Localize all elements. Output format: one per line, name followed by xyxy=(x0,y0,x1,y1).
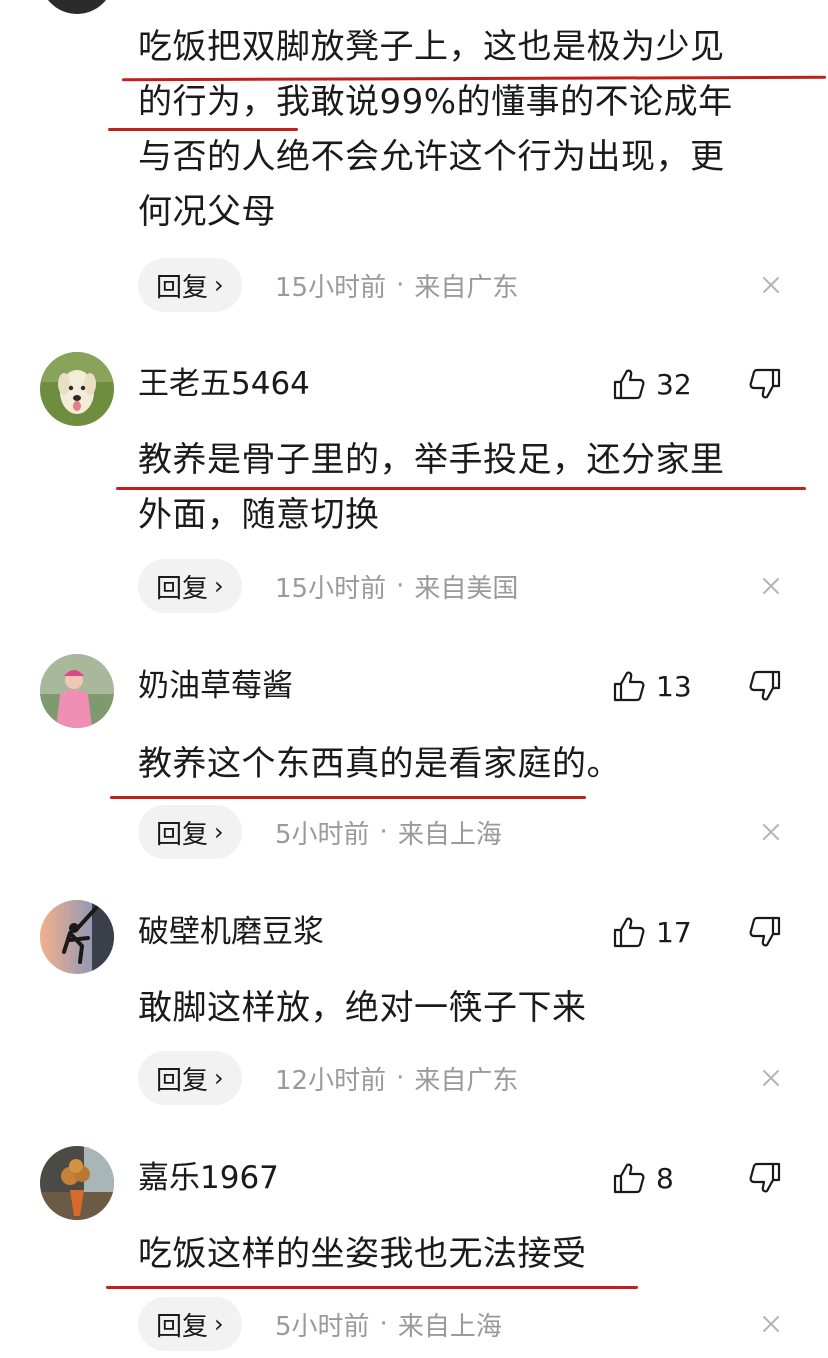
red-underline xyxy=(108,128,298,131)
comment-line: 敢脚这样放，绝对一筷子下来 xyxy=(138,988,587,1028)
username[interactable]: 嘉乐1967 xyxy=(138,1158,279,1198)
comment-meta: 15小时前 · 来自美国 xyxy=(275,559,518,613)
close-icon[interactable] xyxy=(760,1051,782,1105)
like-count: 8 xyxy=(656,1161,674,1195)
chevron-right-icon: › xyxy=(214,818,224,846)
reply-button[interactable]: 回复 › xyxy=(138,805,242,859)
red-underline xyxy=(116,487,806,490)
comment-location: 来自美国 xyxy=(414,573,519,604)
close-icon[interactable] xyxy=(760,258,782,312)
comment-time: 12小时前 xyxy=(275,1065,387,1096)
thumbs-up-icon xyxy=(613,917,645,948)
comment-location: 来自广东 xyxy=(414,272,519,303)
username[interactable]: 王老五5464 xyxy=(138,364,310,404)
like-count: 32 xyxy=(656,367,692,401)
comment-text: 敢脚这样放，绝对一筷子下来 xyxy=(138,981,788,1036)
comment-time: 15小时前 xyxy=(275,272,387,303)
dislike-button[interactable] xyxy=(748,364,782,404)
comment-line: 何况父母 xyxy=(138,192,276,232)
reply-button[interactable]: 回复 › xyxy=(138,1051,242,1105)
like-button[interactable]: 8 xyxy=(612,1158,674,1198)
comment-meta: 5小时前 · 来自上海 xyxy=(275,1297,502,1351)
red-underline xyxy=(110,796,586,799)
like-button[interactable]: 17 xyxy=(612,912,692,952)
close-icon[interactable] xyxy=(760,1297,782,1351)
reply-label: 回复 xyxy=(156,1065,209,1096)
thumbs-up-icon xyxy=(613,671,645,702)
like-count: 13 xyxy=(656,669,692,703)
comment-meta: 5小时前 · 来自上海 xyxy=(275,805,502,859)
comment-line: 的行为，我敢说99%的懂事的不论成年 xyxy=(138,82,733,122)
meta-separator: · xyxy=(396,270,405,300)
reply-button[interactable]: 回复 › xyxy=(138,559,242,613)
thumbs-down-icon xyxy=(749,670,781,701)
avatar[interactable] xyxy=(40,654,114,728)
thumbs-down-icon xyxy=(749,368,781,399)
reply-button[interactable]: 回复 › xyxy=(138,1297,242,1351)
comment-text: 吃饭这样的坐姿我也无法接受 xyxy=(138,1227,788,1282)
reply-button[interactable]: 回复 › xyxy=(138,258,242,312)
close-icon[interactable] xyxy=(760,805,782,859)
meta-separator: · xyxy=(379,1309,388,1339)
comment-line: 教养是骨子里的，举手投足，还分家里 xyxy=(138,440,725,480)
chevron-right-icon: › xyxy=(214,1310,224,1338)
avatar[interactable] xyxy=(40,0,114,14)
comment-line: 吃饭把双脚放凳子上，这也是极为少见 xyxy=(138,27,725,67)
chevron-right-icon: › xyxy=(214,271,224,299)
comment-time: 5小时前 xyxy=(275,1311,370,1342)
like-button[interactable]: 32 xyxy=(612,364,692,404)
reply-label: 回复 xyxy=(156,819,209,850)
reply-label: 回复 xyxy=(156,1311,209,1342)
username[interactable]: 破壁机磨豆浆 xyxy=(138,912,324,952)
comment-meta: 12小时前 · 来自广东 xyxy=(275,1051,518,1105)
thumbs-down-icon xyxy=(749,1162,781,1193)
meta-separator: · xyxy=(379,817,388,847)
avatar[interactable] xyxy=(40,900,114,974)
like-button[interactable]: 13 xyxy=(612,666,692,706)
avatar[interactable] xyxy=(40,1146,114,1220)
comment-location: 来自上海 xyxy=(397,1311,502,1342)
thumbs-down-icon xyxy=(749,916,781,947)
meta-separator: · xyxy=(396,571,405,601)
avatar[interactable] xyxy=(40,352,114,426)
dislike-button[interactable] xyxy=(748,1158,782,1198)
comment-line: 外面，随意切换 xyxy=(138,495,380,535)
comment-line: 吃饭这样的坐姿我也无法接受 xyxy=(138,1234,587,1274)
comment-list: 吃饭把双脚放凳子上，这也是极为少见 的行为，我敢说99%的懂事的不论成年 与否的… xyxy=(0,0,828,1358)
reply-label: 回复 xyxy=(156,573,209,604)
username[interactable]: 奶油草莓酱 xyxy=(138,666,293,706)
meta-separator: · xyxy=(396,1063,405,1093)
comment-time: 5小时前 xyxy=(275,819,370,850)
comment-text: 教养这个东西真的是看家庭的。 xyxy=(138,737,788,792)
comment-time: 15小时前 xyxy=(275,573,387,604)
dislike-button[interactable] xyxy=(748,912,782,952)
comment-location: 来自上海 xyxy=(397,819,502,850)
comment-meta: 15小时前 · 来自广东 xyxy=(275,258,518,312)
thumbs-up-icon xyxy=(613,1163,645,1194)
comment-line: 教养这个东西真的是看家庭的。 xyxy=(138,744,621,784)
close-icon[interactable] xyxy=(760,559,782,613)
chevron-right-icon: › xyxy=(214,572,224,600)
chevron-right-icon: › xyxy=(214,1064,224,1092)
comment-location: 来自广东 xyxy=(414,1065,519,1096)
reply-label: 回复 xyxy=(156,272,209,303)
red-underline xyxy=(106,1286,638,1289)
thumbs-up-icon xyxy=(613,369,645,400)
comment-line: 与否的人绝不会允许这个行为出现，更 xyxy=(138,137,725,177)
like-count: 17 xyxy=(656,915,692,949)
dislike-button[interactable] xyxy=(748,666,782,706)
